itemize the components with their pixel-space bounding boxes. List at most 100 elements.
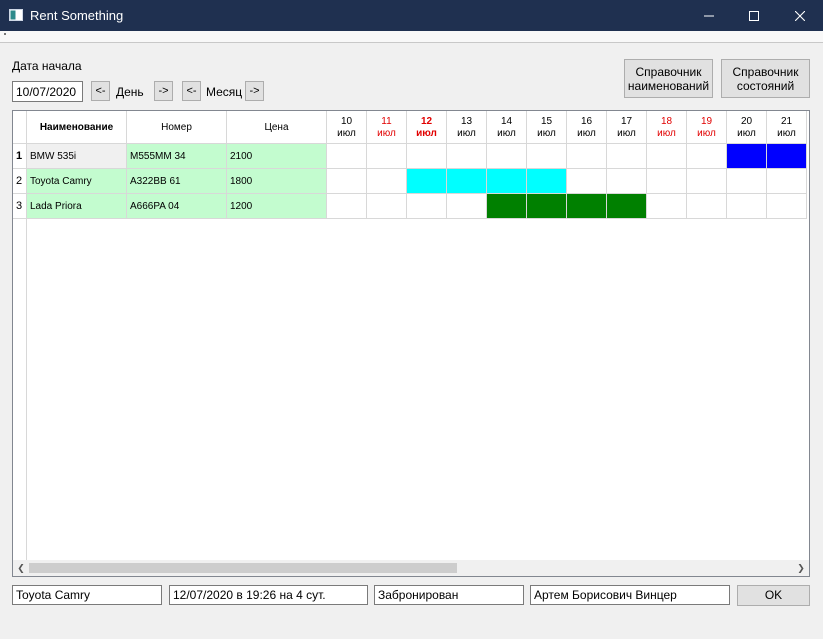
minimize-button[interactable] xyxy=(686,0,732,31)
date-column-header[interactable]: 19 июл xyxy=(687,111,727,144)
scroll-left-arrow-icon[interactable]: ❮ xyxy=(14,561,28,575)
booking-day-cell[interactable] xyxy=(447,144,487,169)
booking-day-cell[interactable] xyxy=(687,144,727,169)
corner-cell[interactable] xyxy=(13,111,27,144)
status-state-field: Забронирован xyxy=(374,585,524,605)
column-header-plate[interactable]: Номер xyxy=(127,111,227,144)
booking-day-cell[interactable] xyxy=(487,169,527,194)
date-month: июл xyxy=(617,128,636,139)
close-icon xyxy=(795,10,805,21)
booking-day-cell[interactable] xyxy=(767,144,807,169)
close-button[interactable] xyxy=(777,0,823,31)
title-bar: Rent Something xyxy=(0,0,823,31)
booking-day-cell[interactable] xyxy=(607,169,647,194)
booking-day-cell[interactable] xyxy=(687,194,727,219)
states-reference-button[interactable]: Справочник состояний xyxy=(721,59,810,98)
date-day: 13 xyxy=(460,116,473,127)
booking-day-cell[interactable] xyxy=(567,194,607,219)
start-date-input[interactable]: 10/07/2020 xyxy=(12,81,83,102)
date-month: июл xyxy=(377,128,396,139)
column-header-price[interactable]: Цена xyxy=(227,111,327,144)
date-month: июл xyxy=(737,128,756,139)
maximize-icon xyxy=(749,10,759,21)
date-day: 20 xyxy=(740,116,753,127)
date-month: июл xyxy=(577,128,596,139)
booking-day-cell[interactable] xyxy=(607,144,647,169)
booking-day-cell[interactable] xyxy=(727,144,767,169)
booking-day-cell[interactable] xyxy=(727,169,767,194)
maximize-button[interactable] xyxy=(731,0,777,31)
booking-day-cell[interactable] xyxy=(407,194,447,219)
car-name-cell[interactable]: Toyota Camry xyxy=(27,169,127,194)
row-header[interactable]: 2 xyxy=(13,169,27,194)
scroll-right-arrow-icon[interactable]: ❯ xyxy=(794,561,808,575)
car-price-cell[interactable]: 1800 xyxy=(227,169,327,194)
booking-day-cell[interactable] xyxy=(327,144,367,169)
booking-table[interactable]: Наименование Номер Цена ❮ ❯ 10 июл 11 июл 12… xyxy=(12,110,810,577)
booking-day-cell[interactable] xyxy=(647,144,687,169)
booking-day-cell[interactable] xyxy=(527,169,567,194)
date-day: 14 xyxy=(500,116,513,127)
car-plate-cell[interactable]: M555MM 34 xyxy=(127,144,227,169)
date-day: 11 xyxy=(381,116,392,127)
booking-day-cell[interactable] xyxy=(567,144,607,169)
date-column-header[interactable]: 16 июл xyxy=(567,111,607,144)
date-column-header[interactable]: 15 июл xyxy=(527,111,567,144)
day-prev-button[interactable]: <- xyxy=(91,81,110,101)
date-day: 15 xyxy=(540,116,553,127)
car-plate-cell[interactable]: A666PA 04 xyxy=(127,194,227,219)
booking-day-cell[interactable] xyxy=(367,194,407,219)
booking-day-cell[interactable] xyxy=(367,144,407,169)
booking-day-cell[interactable] xyxy=(527,144,567,169)
date-column-header[interactable]: 10 июл xyxy=(327,111,367,144)
booking-day-cell[interactable] xyxy=(687,169,727,194)
row-header[interactable]: 3 xyxy=(13,194,27,219)
day-label: День xyxy=(116,85,144,99)
month-prev-button[interactable]: <- xyxy=(182,81,201,101)
booking-day-cell[interactable] xyxy=(567,169,607,194)
horizontal-scrollbar[interactable]: ❮ ❯ xyxy=(13,560,809,576)
month-next-button[interactable]: -> xyxy=(245,81,264,101)
booking-day-cell[interactable] xyxy=(527,194,567,219)
booking-day-cell[interactable] xyxy=(767,194,807,219)
booking-day-cell[interactable] xyxy=(367,169,407,194)
date-column-header[interactable]: 17 июл xyxy=(607,111,647,144)
date-column-header[interactable]: 11 июл xyxy=(367,111,407,144)
column-header-name[interactable]: Наименование xyxy=(27,111,127,144)
car-plate-cell[interactable]: A322BB 61 xyxy=(127,169,227,194)
ok-button[interactable]: OK xyxy=(737,585,810,606)
booking-day-cell[interactable] xyxy=(647,194,687,219)
booking-day-cell[interactable] xyxy=(767,169,807,194)
booking-day-cell[interactable] xyxy=(727,194,767,219)
date-month: июл xyxy=(337,128,356,139)
status-car-field: Toyota Camry xyxy=(12,585,162,605)
car-price-cell[interactable]: 1200 xyxy=(227,194,327,219)
car-name-cell[interactable]: BMW 535i xyxy=(27,144,127,169)
booking-day-cell[interactable] xyxy=(647,169,687,194)
booking-day-cell[interactable] xyxy=(487,194,527,219)
booking-day-cell[interactable] xyxy=(487,144,527,169)
booking-day-cell[interactable] xyxy=(327,194,367,219)
status-client-field: Артем Борисович Винцер xyxy=(530,585,730,605)
minimize-icon xyxy=(704,15,714,16)
booking-day-cell[interactable] xyxy=(407,169,447,194)
booking-day-cell[interactable] xyxy=(447,169,487,194)
scrollbar-thumb[interactable] xyxy=(29,563,457,573)
booking-day-cell[interactable] xyxy=(607,194,647,219)
row-header[interactable]: 1 xyxy=(13,144,27,169)
day-next-button[interactable]: -> xyxy=(154,81,173,101)
date-column-header[interactable]: 21 июл xyxy=(767,111,807,144)
date-column-header[interactable]: 14 июл xyxy=(487,111,527,144)
names-reference-button[interactable]: Справочник наименований xyxy=(624,59,713,98)
date-day: 17 xyxy=(620,116,633,127)
date-column-header[interactable]: 13 июл xyxy=(447,111,487,144)
date-column-header[interactable]: 18 июл xyxy=(647,111,687,144)
booking-day-cell[interactable] xyxy=(407,144,447,169)
booking-day-cell[interactable] xyxy=(447,194,487,219)
car-price-cell[interactable]: 2100 xyxy=(227,144,327,169)
date-column-header[interactable]: 12 июл xyxy=(407,111,447,144)
window-title: Rent Something xyxy=(30,8,124,23)
date-column-header[interactable]: 20 июл xyxy=(727,111,767,144)
car-name-cell[interactable]: Lada Priora xyxy=(27,194,127,219)
booking-day-cell[interactable] xyxy=(327,169,367,194)
